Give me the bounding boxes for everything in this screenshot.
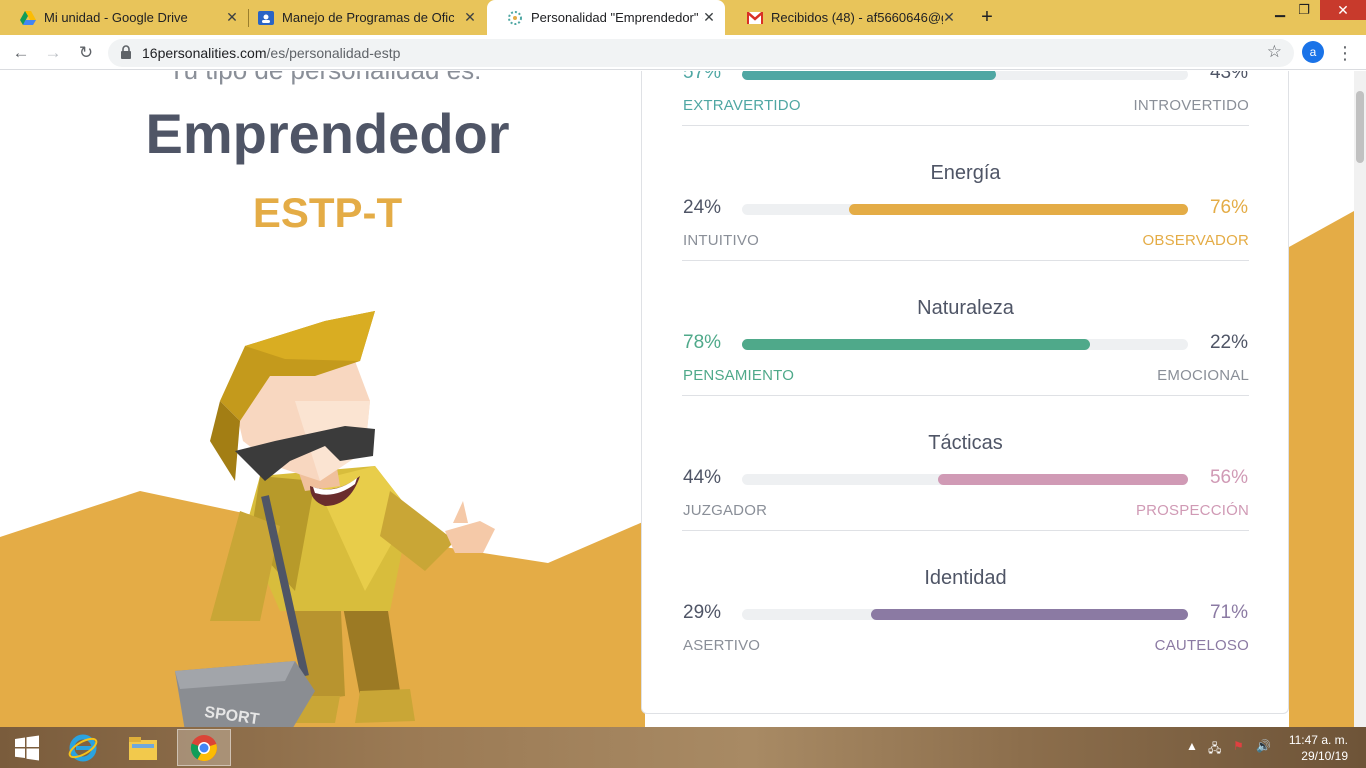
trait-bar <box>742 204 1188 215</box>
show-hidden-icons-icon[interactable]: ▲ <box>1186 739 1198 753</box>
window-close-button[interactable]: ✕ <box>1320 0 1366 20</box>
trait-divider <box>682 530 1249 531</box>
url-domain: 16personalities.com <box>142 45 267 61</box>
new-tab-button[interactable]: + <box>976 6 998 28</box>
windows-taskbar: ▲ 🖧 ⚑ 🔊 11:47 a. m. 29/10/19 <box>0 727 1366 768</box>
windows-logo-icon <box>15 735 39 760</box>
trait-bar <box>742 474 1188 485</box>
personality-type-code: ESTP-T <box>252 189 403 236</box>
trait-divider <box>682 125 1249 126</box>
trait-divider <box>682 260 1249 261</box>
trait-left-label: INTUITIVO <box>683 232 759 249</box>
trait-left-percent: 78% <box>683 332 722 353</box>
tab-gmail[interactable]: Recibidos (48) - af5660646@gma ✕ <box>727 0 965 35</box>
volume-icon[interactable]: 🔊 <box>1256 739 1271 753</box>
trait-left-label: PENSAMIENTO <box>683 367 795 384</box>
trait-bar-fill <box>742 71 997 80</box>
trait-left-percent: 57% <box>683 71 722 83</box>
trait-left-percent: 29% <box>683 602 722 623</box>
trait-right-label: PROSPECCIÓN <box>1135 502 1249 519</box>
trait-bar <box>742 339 1188 350</box>
trait-right-percent: 71% <box>1209 602 1248 623</box>
close-tab-icon[interactable]: ✕ <box>941 9 957 25</box>
trait-right-percent: 43% <box>1209 71 1248 83</box>
trait-bar-fill <box>742 339 1090 350</box>
trait-row: 57% 43% EXTRAVERTIDO INTROVERTIDO <box>682 71 1249 162</box>
trait-bar-fill <box>938 474 1188 485</box>
lock-icon <box>120 45 132 59</box>
personality-traits-card: 57% 43% EXTRAVERTIDO INTROVERTIDO Energía 24%… <box>641 71 1289 714</box>
trait-bar <box>742 609 1188 620</box>
trait-name: Naturaleza <box>917 297 1014 319</box>
trait-right-label: INTROVERTIDO <box>1133 97 1249 114</box>
network-icon[interactable]: 🖧 <box>1208 739 1221 760</box>
action-center-flag-icon[interactable]: ⚑ <box>1233 739 1244 753</box>
url-text: 16personalities.com/es/personalidad-estp <box>142 45 400 61</box>
tab-strip: Mi unidad - Google Drive ✕ Manejo de Pro… <box>0 0 1366 35</box>
trait-left-label: ASERTIVO <box>683 637 761 654</box>
page-scrollbar[interactable] <box>1354 71 1366 727</box>
tab-title: Recibidos (48) - af5660646@gma <box>771 10 943 25</box>
tab-title: Manejo de Programas de Oficina <box>282 10 454 25</box>
internet-explorer-icon[interactable] <box>56 729 110 766</box>
close-tab-icon[interactable]: ✕ <box>701 9 717 25</box>
personality-type-name: Emprendedor <box>145 102 510 165</box>
browser-toolbar: ← → ↻ 16personalities.com/es/personalida… <box>0 35 1366 70</box>
url-path: /es/personalidad-estp <box>266 45 401 61</box>
trait-right-percent: 22% <box>1209 332 1248 353</box>
file-explorer-icon[interactable] <box>116 729 170 766</box>
menu-kebab-icon[interactable]: ⋮ <box>1336 41 1354 65</box>
trait-row: Naturaleza 78% 22% PENSAMIENTO EMOCIONAL <box>682 297 1249 432</box>
trait-right-percent: 76% <box>1209 197 1248 218</box>
trait-row: Energía 24% 76% INTUITIVO OBSERVADOR <box>682 162 1249 297</box>
trait-row: Identidad 29% 71% ASERTIVO CAUTELOSO <box>682 567 1249 702</box>
profile-avatar[interactable]: a <box>1302 41 1324 63</box>
clock-time: 11:47 a. m. <box>1288 733 1348 747</box>
reload-icon[interactable]: ↻ <box>74 41 98 65</box>
address-bar[interactable]: 16personalities.com/es/personalidad-estp… <box>108 39 1294 67</box>
trait-right-label: EMOCIONAL <box>1157 367 1249 384</box>
tab-google-drive[interactable]: Mi unidad - Google Drive ✕ <box>0 0 248 35</box>
trait-row: Tácticas 44% 56% JUZGADOR PROSPECCIÓN <box>682 432 1249 567</box>
entrepreneur-illustration: SPORT <box>175 311 495 727</box>
trait-left-percent: 44% <box>683 467 722 488</box>
restore-icon[interactable]: ❐ <box>1290 0 1318 20</box>
trait-right-label: OBSERVADOR <box>1142 232 1249 249</box>
trait-name: Identidad <box>924 567 1007 589</box>
tab-title: Mi unidad - Google Drive <box>44 10 188 25</box>
chrome-icon[interactable] <box>177 729 231 766</box>
system-clock[interactable]: 11:47 a. m. 29/10/19 <box>1289 732 1348 764</box>
start-button[interactable] <box>0 729 54 766</box>
gmail-icon <box>747 10 763 26</box>
page-content: Tu tipo de personalidad es: Emprendedor … <box>0 71 1354 727</box>
tab-classroom[interactable]: Manejo de Programas de Oficina ✕ <box>238 0 486 35</box>
tab-title: Personalidad "Emprendedor" (ES <box>531 10 703 25</box>
forward-icon[interactable]: → <box>41 41 65 65</box>
tab-16personalities[interactable]: Personalidad "Emprendedor" (ES ✕ <box>487 0 725 35</box>
trait-left-label: EXTRAVERTIDO <box>683 97 801 114</box>
back-icon[interactable]: ← <box>9 41 33 65</box>
trait-right-label: CAUTELOSO <box>1154 637 1249 654</box>
trait-left-label: JUZGADOR <box>683 502 768 519</box>
google-drive-icon <box>20 10 36 26</box>
trait-bar <box>742 71 1188 80</box>
personality-subtitle: Tu tipo de personalidad es: <box>0 71 650 86</box>
trait-name: Energía <box>930 162 1001 184</box>
trait-left-percent: 24% <box>683 197 722 218</box>
16personalities-icon <box>507 10 523 26</box>
trait-bar-fill <box>849 204 1188 215</box>
classroom-icon <box>258 10 274 26</box>
scrollbar-thumb[interactable] <box>1356 91 1364 163</box>
trait-name: Tácticas <box>928 432 1003 454</box>
trait-right-percent: 56% <box>1209 467 1248 488</box>
clock-date: 29/10/19 <box>1301 749 1348 763</box>
trait-bar-fill <box>871 609 1188 620</box>
close-tab-icon[interactable]: ✕ <box>462 9 478 25</box>
bookmark-star-icon[interactable]: ☆ <box>1267 42 1282 62</box>
trait-divider <box>682 395 1249 396</box>
